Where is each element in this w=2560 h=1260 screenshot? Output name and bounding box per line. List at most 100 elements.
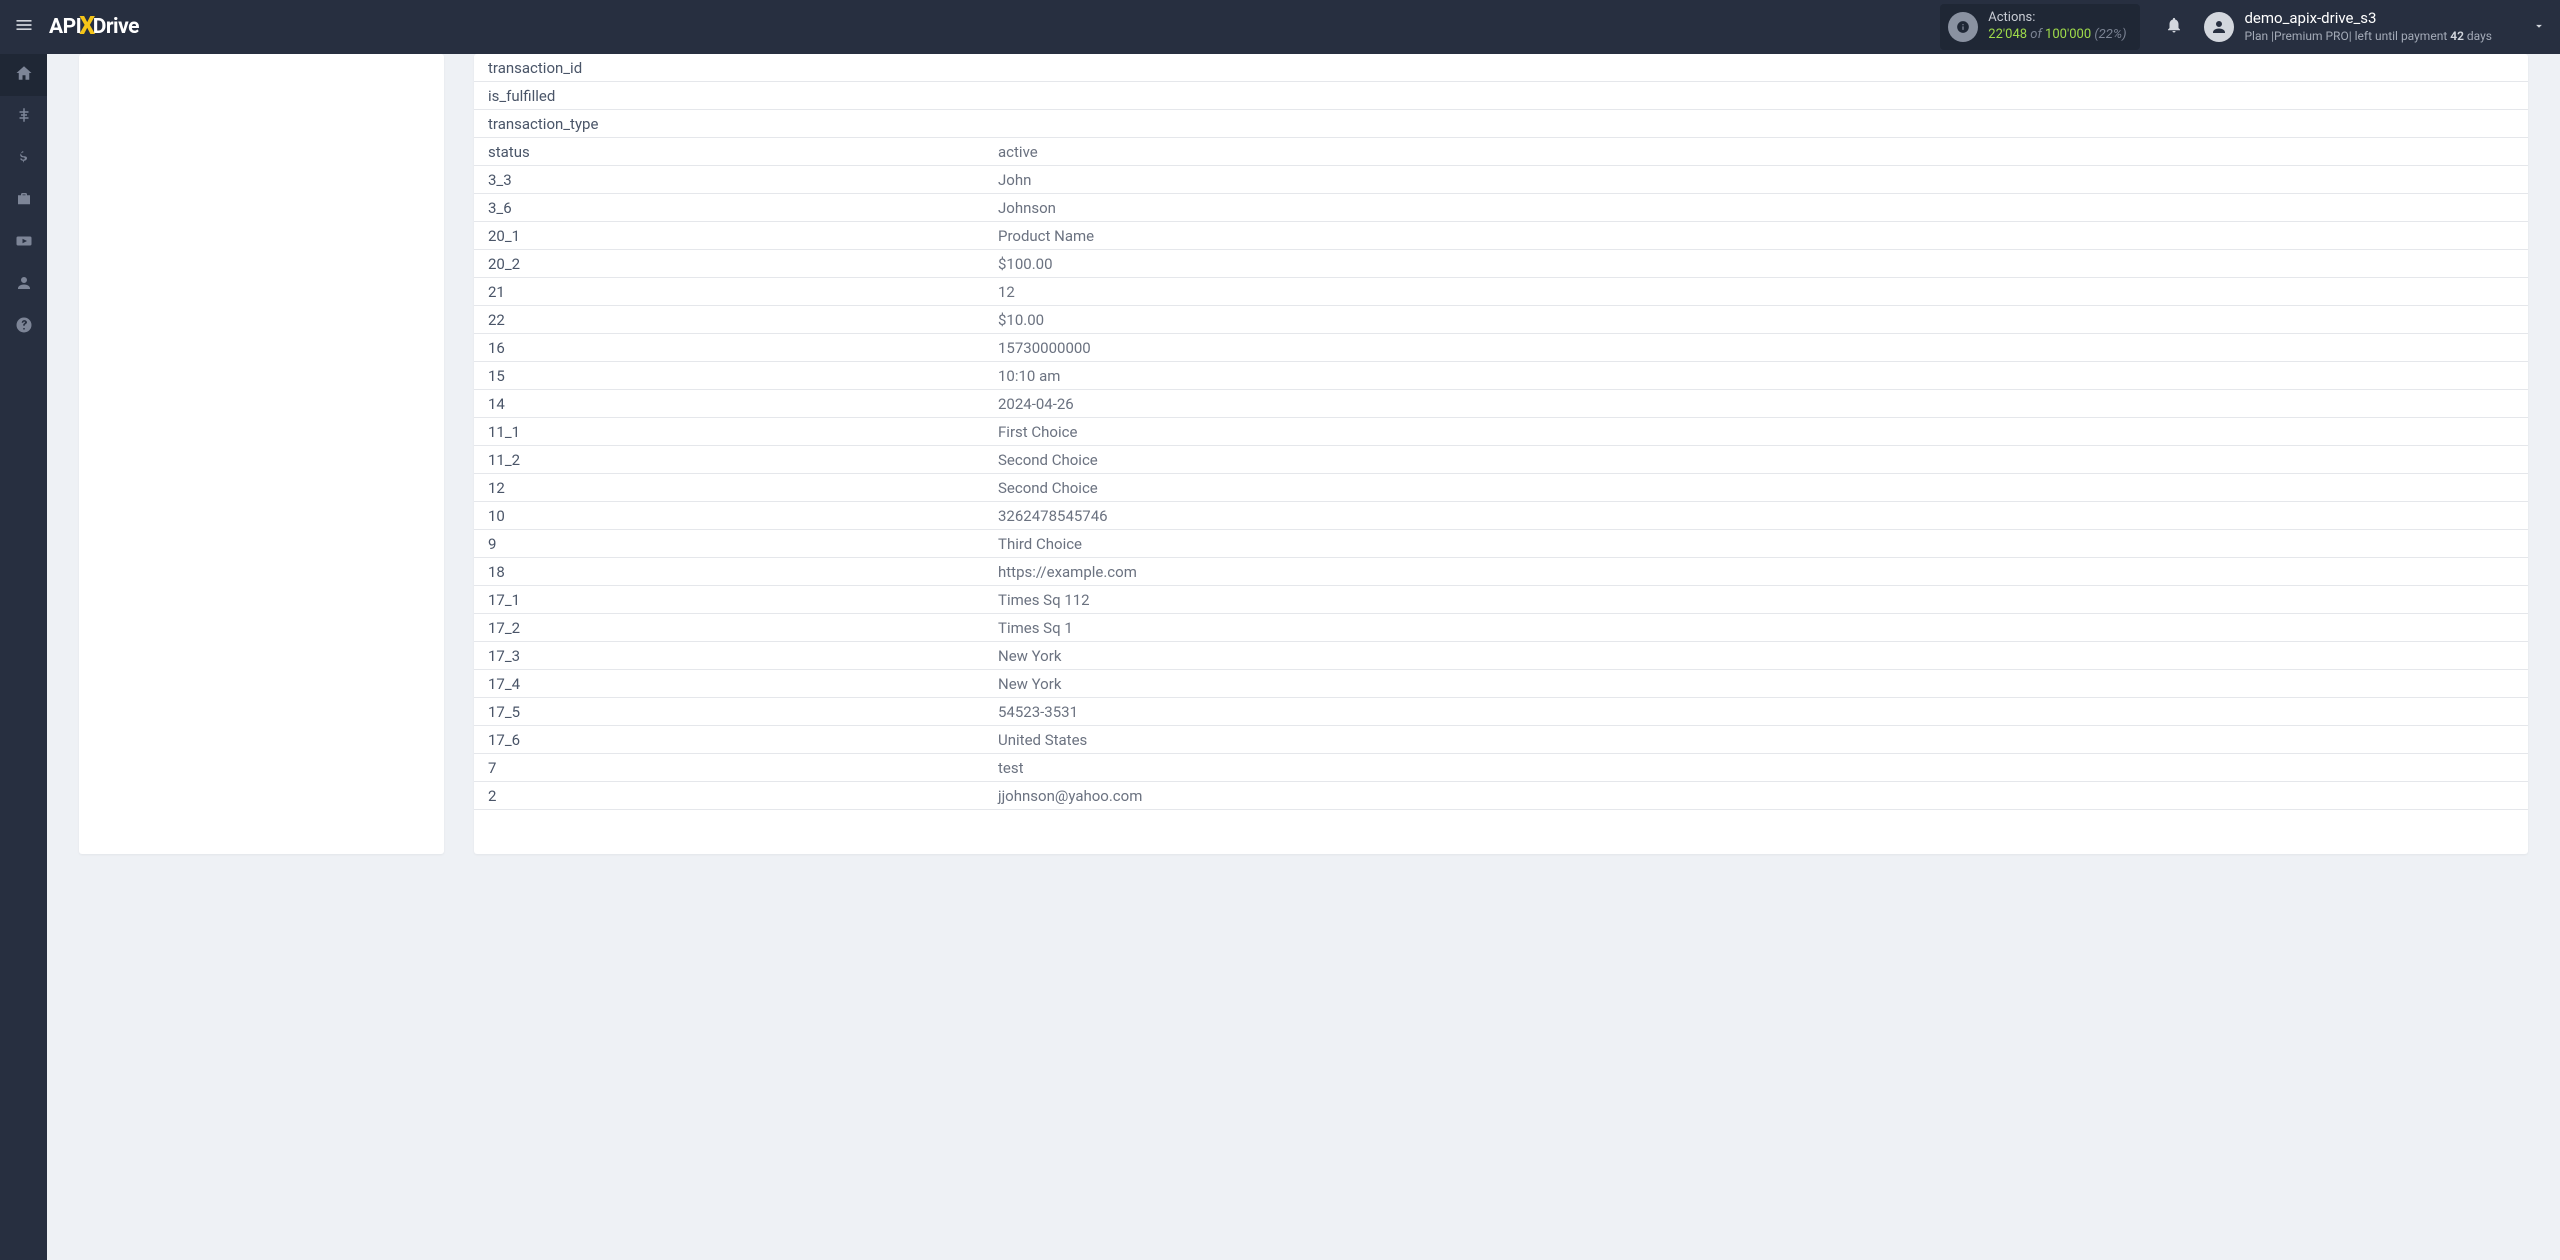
info-icon	[1948, 12, 1978, 42]
table-row: transaction_type	[474, 110, 2528, 138]
dollar-icon	[15, 148, 33, 170]
table-row: 20_1Product Name	[474, 222, 2528, 250]
table-row: 11_1First Choice	[474, 418, 2528, 446]
table-row: 2jjohnson@yahoo.com	[474, 782, 2528, 810]
table-row: 1615730000000	[474, 334, 2528, 362]
plan-name: Premium PRO	[2274, 29, 2349, 43]
field-value	[984, 110, 2528, 138]
bell-icon	[2165, 16, 2183, 38]
avatar	[2204, 12, 2234, 42]
table-row: 11_2Second Choice	[474, 446, 2528, 474]
logo-part-x: X	[79, 12, 94, 41]
sidebar-item-help[interactable]	[0, 306, 47, 348]
user-name: demo_apix-drive_s3	[2244, 9, 2492, 29]
table-row: transaction_id	[474, 54, 2528, 82]
sidebar-item-home[interactable]	[0, 54, 47, 96]
plan-days-suffix: days	[2464, 29, 2492, 43]
field-value: New York	[984, 670, 2528, 698]
table-row: 18https://example.com	[474, 558, 2528, 586]
field-key: transaction_id	[474, 54, 984, 82]
question-icon	[15, 316, 33, 338]
field-key: 17_3	[474, 642, 984, 670]
field-value: 2024-04-26	[984, 390, 2528, 418]
left-panel	[79, 54, 444, 854]
topbar: API X Drive Actions: 22'048 of 100'000 (…	[0, 0, 2560, 54]
field-value: 10:10 am	[984, 362, 2528, 390]
table-row: 7test	[474, 754, 2528, 782]
field-key: 10	[474, 502, 984, 530]
hamburger-menu-button[interactable]	[0, 0, 47, 54]
actions-max: 100'000	[2045, 27, 2091, 42]
field-value: Johnson	[984, 194, 2528, 222]
field-value: test	[984, 754, 2528, 782]
field-key: 12	[474, 474, 984, 502]
table-row: 2112	[474, 278, 2528, 306]
table-row: 103262478545746	[474, 502, 2528, 530]
field-key: transaction_type	[474, 110, 984, 138]
sidebar-item-connections[interactable]	[0, 96, 47, 138]
field-value: John	[984, 166, 2528, 194]
field-key: 9	[474, 530, 984, 558]
field-key: 3_3	[474, 166, 984, 194]
chevron-down-icon	[2532, 18, 2546, 37]
hamburger-icon	[14, 15, 34, 39]
table-row: 17_6United States	[474, 726, 2528, 754]
field-key: 21	[474, 278, 984, 306]
sidebar-item-account[interactable]	[0, 264, 47, 306]
logo-text: API X Drive	[49, 13, 139, 42]
table-row: is_fulfilled	[474, 82, 2528, 110]
table-row: 20_2$100.00	[474, 250, 2528, 278]
field-value: 54523-3531	[984, 698, 2528, 726]
table-row: 17_554523-3531	[474, 698, 2528, 726]
table-row: 17_2Times Sq 1	[474, 614, 2528, 642]
field-value: Second Choice	[984, 474, 2528, 502]
logo-part-drive: Drive	[93, 15, 139, 39]
actions-label: Actions:	[1988, 10, 2126, 27]
field-key: 18	[474, 558, 984, 586]
table-row: 17_3New York	[474, 642, 2528, 670]
data-table: transaction_idis_fulfilledtransaction_ty…	[474, 54, 2528, 810]
field-value: $100.00	[984, 250, 2528, 278]
youtube-icon	[15, 232, 33, 254]
logo[interactable]: API X Drive	[49, 13, 139, 42]
table-row: statusactive	[474, 138, 2528, 166]
briefcase-icon	[15, 190, 33, 212]
field-value: Product Name	[984, 222, 2528, 250]
table-row: 22$10.00	[474, 306, 2528, 334]
table-row: 17_1Times Sq 112	[474, 586, 2528, 614]
field-value: 3262478545746	[984, 502, 2528, 530]
field-key: 20_2	[474, 250, 984, 278]
table-row: 1510:10 am	[474, 362, 2528, 390]
table-row: 17_4New York	[474, 670, 2528, 698]
user-icon	[15, 274, 33, 296]
sitemap-icon	[15, 106, 33, 128]
sidebar-item-billing[interactable]	[0, 138, 47, 180]
logo-part-api: API	[49, 15, 81, 39]
table-row: 3_3John	[474, 166, 2528, 194]
user-menu-toggle[interactable]	[2532, 18, 2546, 37]
field-key: 16	[474, 334, 984, 362]
field-key: 14	[474, 390, 984, 418]
user-menu[interactable]: demo_apix-drive_s3 Plan |Premium PRO| le…	[2204, 9, 2492, 44]
notifications-button[interactable]	[2154, 16, 2194, 38]
actions-usage-box[interactable]: Actions: 22'048 of 100'000 (22%)	[1940, 4, 2140, 50]
field-key: 17_6	[474, 726, 984, 754]
field-value	[984, 54, 2528, 82]
plan-days: 42	[2450, 29, 2464, 43]
actions-current: 22'048	[1988, 27, 2027, 42]
field-value: Times Sq 112	[984, 586, 2528, 614]
field-value: $10.00	[984, 306, 2528, 334]
field-value	[984, 82, 2528, 110]
sidebar-item-tools[interactable]	[0, 180, 47, 222]
field-key: 20_1	[474, 222, 984, 250]
user-plan-line: Plan |Premium PRO| left until payment 42…	[2244, 29, 2492, 45]
data-panel: transaction_idis_fulfilledtransaction_ty…	[474, 54, 2528, 854]
field-value: United States	[984, 726, 2528, 754]
plan-prefix: Plan |	[2244, 29, 2274, 43]
actions-of: of	[2027, 27, 2045, 42]
table-row: 9Third Choice	[474, 530, 2528, 558]
table-row: 142024-04-26	[474, 390, 2528, 418]
sidebar-item-youtube[interactable]	[0, 222, 47, 264]
field-value: Times Sq 1	[984, 614, 2528, 642]
field-value: First Choice	[984, 418, 2528, 446]
